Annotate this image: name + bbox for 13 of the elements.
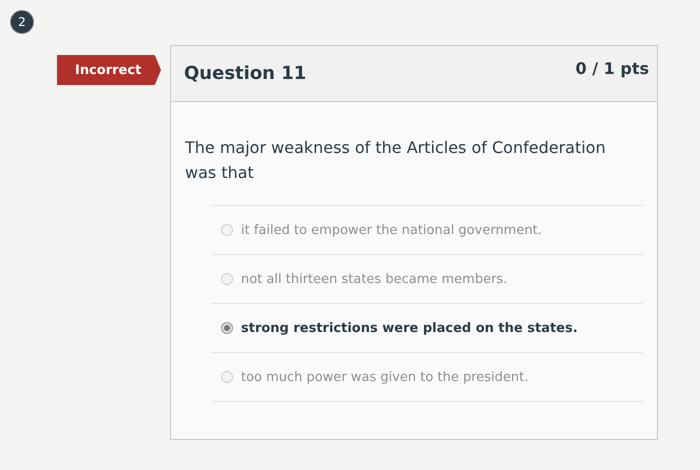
question-title: Question 11 — [184, 63, 306, 84]
radio-button[interactable] — [221, 224, 233, 236]
incorrect-tag: Incorrect — [57, 55, 161, 85]
question-text: The major weakness of the Articles of Confederation was that — [185, 137, 607, 184]
answer-label: it failed to empower the national government. — [241, 222, 542, 238]
points-label: 0 / 1 pts — [576, 59, 649, 78]
step-number-badge: 2 — [10, 10, 34, 34]
answer-label: strong restrictions were placed on the states. — [241, 320, 578, 336]
answer-label: not all thirteen states became members. — [241, 272, 508, 286]
radio-button[interactable] — [221, 371, 233, 383]
radio-button[interactable] — [221, 273, 233, 285]
answer-label: too much power was given to the president. — [241, 370, 528, 384]
radio-button[interactable] — [221, 322, 233, 334]
